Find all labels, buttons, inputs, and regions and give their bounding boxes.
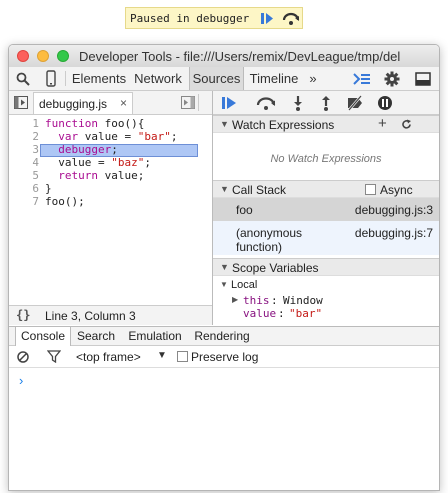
deactivate-breakpoints-icon[interactable] — [346, 95, 364, 111]
editor-tabbar: debugging.js × — [9, 91, 212, 115]
scope-variables-header[interactable]: ▼ Scope Variables — [213, 258, 439, 276]
inspect-search-icon[interactable] — [16, 72, 30, 86]
expand-triangle-icon: ▼ — [220, 119, 229, 129]
frame-function: (anonymous — [236, 226, 303, 240]
pause-on-exceptions-icon[interactable] — [377, 95, 393, 111]
editor-status-bar: {} Line 3, Column 3 — [9, 305, 212, 325]
scope-var-name[interactable]: this — [243, 294, 270, 307]
watch-expressions-header[interactable]: ▼ Watch Expressions + — [213, 115, 439, 133]
step-over-icon[interactable] — [282, 11, 300, 26]
tab-sources[interactable]: Sources — [189, 67, 244, 90]
resume-icon[interactable] — [221, 95, 237, 111]
settings-gear-icon[interactable] — [384, 71, 400, 87]
call-frame[interactable]: (anonymous function) debugging.js:7 — [213, 221, 439, 255]
close-window-button[interactable] — [17, 50, 29, 62]
scope-local[interactable]: Local — [231, 279, 257, 291]
scope-variables-title: Scope Variables — [232, 261, 319, 275]
code-line: } — [45, 182, 52, 195]
file-tab[interactable]: debugging.js × — [33, 92, 133, 114]
toggle-debugger-sidebar-icon[interactable] — [181, 96, 195, 109]
expand-triangle-icon: ▼ — [220, 184, 229, 194]
close-tab-icon[interactable]: × — [120, 96, 127, 110]
code-line: debugger; — [58, 143, 118, 156]
tab-network[interactable]: Network — [129, 67, 187, 90]
resume-icon[interactable] — [260, 12, 274, 25]
line-number[interactable]: 7 — [9, 195, 39, 208]
line-number[interactable]: 1 — [9, 117, 39, 130]
step-into-icon[interactable] — [290, 95, 306, 111]
preserve-log-label: Preserve log — [191, 350, 259, 364]
async-checkbox[interactable] — [365, 184, 376, 195]
line-number[interactable]: 4 — [9, 156, 39, 169]
line-number[interactable]: 3 — [9, 143, 39, 156]
tab-timeline[interactable]: Timeline — [247, 67, 301, 90]
scope-tree: ▼ Local ▶ this : Window value : "bar" — [213, 277, 439, 325]
console-toolbar: <top frame> ▼ Preserve log — [9, 346, 439, 368]
expand-triangle-icon: ▼ — [220, 262, 229, 272]
toolbar-separator — [65, 71, 66, 86]
dock-side-icon[interactable] — [415, 72, 431, 86]
more-tabs-icon[interactable]: » — [305, 67, 321, 90]
chevron-down-icon[interactable]: ▼ — [157, 350, 167, 361]
cursor-position: Line 3, Column 3 — [45, 309, 136, 323]
header-separator — [198, 94, 199, 111]
frame-function-cont: function) — [236, 240, 283, 254]
title-bar: Developer Tools - file:///Users/remix/De… — [9, 45, 439, 67]
scope-separator: : — [278, 307, 285, 320]
scope-separator: : — [271, 294, 278, 307]
call-frame-selected[interactable]: foo debugging.js:3 — [213, 198, 439, 221]
paused-text: Paused in debugger — [130, 12, 250, 25]
window-title: Developer Tools - file:///Users/remix/De… — [79, 49, 401, 64]
step-over-icon[interactable] — [256, 95, 276, 111]
line-number[interactable]: 2 — [9, 130, 39, 143]
watch-expressions-title: Watch Expressions — [232, 118, 335, 132]
tab-rendering[interactable]: Rendering — [190, 327, 254, 346]
frame-location: debugging.js:3 — [354, 203, 433, 217]
frame-location: debugging.js:7 — [354, 226, 433, 240]
step-out-icon[interactable] — [318, 95, 334, 111]
toggle-navigator-icon[interactable] — [14, 96, 28, 109]
console-prompt[interactable]: › — [19, 373, 23, 388]
drawer-tabbar: Console Search Emulation Rendering — [9, 326, 439, 346]
main-toolbar: Elements Network Sources Timeline » — [9, 67, 439, 91]
code-line: return value; — [58, 169, 145, 182]
refresh-icon[interactable] — [401, 119, 412, 130]
frame-function: foo — [236, 203, 253, 217]
paused-banner: Paused in debugger — [125, 7, 303, 29]
tab-search[interactable]: Search — [73, 327, 119, 346]
no-watch-expressions: No Watch Expressions — [270, 153, 382, 165]
code-line: var value = "bar"; — [58, 130, 178, 143]
expand-triangle-icon[interactable]: ▼ — [220, 280, 228, 289]
minimize-window-button[interactable] — [37, 50, 49, 62]
clear-console-icon[interactable] — [17, 351, 29, 363]
tab-elements[interactable]: Elements — [69, 67, 129, 90]
scope-var-value: Window — [283, 294, 323, 307]
preserve-log-checkbox[interactable] — [177, 351, 188, 362]
collapsed-triangle-icon[interactable]: ▶ — [232, 295, 238, 304]
code-line: function foo(){ — [45, 117, 145, 130]
debugger-toolbar — [213, 91, 439, 115]
pretty-print-button[interactable]: {} — [16, 308, 30, 322]
scope-var-name[interactable]: value — [243, 307, 276, 320]
line-number[interactable]: 5 — [9, 169, 39, 182]
file-tab-label: debugging.js — [39, 97, 108, 111]
call-stack-header[interactable]: ▼ Call Stack Async — [213, 180, 439, 198]
async-label: Async — [380, 183, 413, 197]
device-mode-icon[interactable] — [46, 70, 56, 87]
maximize-window-button[interactable] — [57, 50, 69, 62]
add-watch-button[interactable]: + — [378, 115, 387, 132]
code-line: foo(); — [45, 195, 85, 208]
devtools-window: Developer Tools - file:///Users/remix/De… — [8, 44, 440, 491]
filter-icon[interactable] — [47, 350, 61, 363]
code-editor[interactable]: 1 2 3 4 5 6 7 function foo(){ var value … — [9, 115, 212, 305]
console-drawer-icon[interactable] — [353, 72, 371, 86]
tab-emulation[interactable]: Emulation — [122, 327, 188, 346]
frame-select[interactable]: <top frame> — [76, 350, 141, 364]
line-number[interactable]: 6 — [9, 182, 39, 195]
call-stack-title: Call Stack — [232, 183, 287, 197]
tab-console[interactable]: Console — [15, 327, 71, 346]
code-line: value = "baz"; — [45, 156, 151, 169]
scope-var-value: "bar" — [289, 307, 323, 320]
